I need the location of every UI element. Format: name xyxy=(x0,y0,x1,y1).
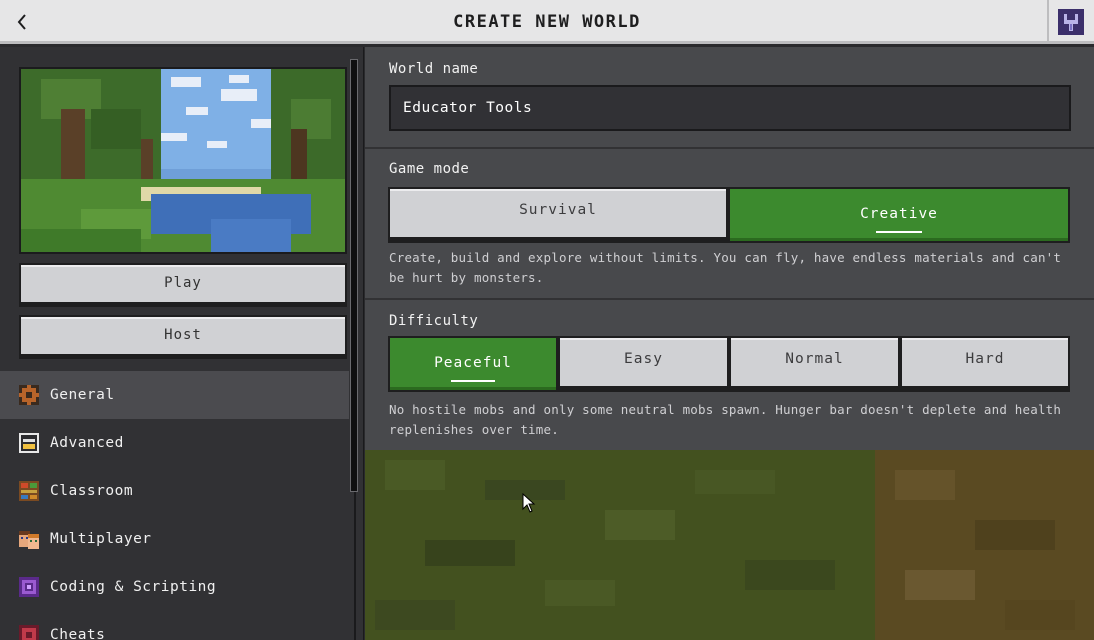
normal-difficulty-button[interactable]: Normal xyxy=(729,336,900,392)
general-settings-panel: World name Game mode Survival Creative C… xyxy=(365,47,1094,450)
game-mode-description: Create, build and explore without limits… xyxy=(389,250,1062,285)
hard-difficulty-button[interactable]: Hard xyxy=(900,336,1070,392)
educator-tools-button[interactable] xyxy=(1058,9,1084,35)
play-button[interactable]: Play xyxy=(19,263,347,307)
header: CREATE NEW WORLD xyxy=(0,0,1094,44)
nav-label-classroom: Classroom xyxy=(50,483,134,499)
difficulty-description: No hostile mobs and only some neutral mo… xyxy=(389,402,1062,437)
background-terrain xyxy=(365,450,1094,640)
selected-indicator xyxy=(876,231,922,233)
survival-mode-label: Survival xyxy=(519,202,597,218)
peaceful-difficulty-button[interactable]: Peaceful xyxy=(388,336,558,392)
game-mode-label: Game mode xyxy=(389,161,470,177)
peaceful-label: Peaceful xyxy=(434,355,512,371)
chevron-left-icon xyxy=(17,14,26,30)
world-name-label: World name xyxy=(389,61,479,77)
nav-item-coding-scripting[interactable]: Coding & Scripting xyxy=(0,563,349,611)
header-divider xyxy=(1047,0,1049,44)
nav-label-advanced: Advanced xyxy=(50,435,124,451)
left-panel: Play Host General Advanced Classroom Mul… xyxy=(0,47,364,640)
mouse-cursor-icon xyxy=(522,493,536,513)
nav-item-cheats[interactable]: Cheats xyxy=(0,611,349,640)
gear-icon xyxy=(19,385,39,405)
game-mode-toggle-group: Survival Creative xyxy=(388,187,1071,243)
selected-indicator xyxy=(451,380,495,382)
nav-label-multiplayer: Multiplayer xyxy=(50,531,152,547)
classroom-icon xyxy=(19,481,39,501)
page-title: CREATE NEW WORLD xyxy=(453,12,641,32)
nav-item-classroom[interactable]: Classroom xyxy=(0,467,349,515)
easy-label: Easy xyxy=(624,351,663,367)
easy-difficulty-button[interactable]: Easy xyxy=(558,336,729,392)
cheats-icon xyxy=(19,625,39,640)
nav-item-advanced[interactable]: Advanced xyxy=(0,419,349,467)
scrollbar-track xyxy=(354,492,356,640)
hard-label: Hard xyxy=(965,351,1005,367)
creative-mode-button[interactable]: Creative xyxy=(728,187,1070,243)
settings-nav: General Advanced Classroom Multiplayer C… xyxy=(0,371,349,640)
host-button[interactable]: Host xyxy=(19,315,347,359)
section-divider xyxy=(365,298,1094,300)
nav-item-multiplayer[interactable]: Multiplayer xyxy=(0,515,349,563)
world-name-input[interactable] xyxy=(389,85,1071,131)
wrench-icon xyxy=(1064,14,1078,31)
left-panel-scrollbar[interactable] xyxy=(350,59,358,492)
nav-item-general[interactable]: General xyxy=(0,371,349,419)
difficulty-label: Difficulty xyxy=(389,313,479,329)
world-preview-image xyxy=(19,67,347,254)
difficulty-toggle-group: Peaceful Easy Normal Hard xyxy=(388,336,1071,392)
nav-label-general: General xyxy=(50,387,115,403)
nav-label-coding-scripting: Coding & Scripting xyxy=(50,579,217,595)
creative-mode-label: Creative xyxy=(860,206,938,222)
coding-icon xyxy=(19,577,39,597)
back-button[interactable] xyxy=(0,0,44,44)
survival-mode-button[interactable]: Survival xyxy=(388,187,728,243)
section-divider xyxy=(365,147,1094,149)
nav-label-cheats: Cheats xyxy=(50,627,106,640)
multiplayer-icon xyxy=(19,531,39,549)
normal-label: Normal xyxy=(785,351,844,367)
advanced-icon xyxy=(19,433,39,453)
